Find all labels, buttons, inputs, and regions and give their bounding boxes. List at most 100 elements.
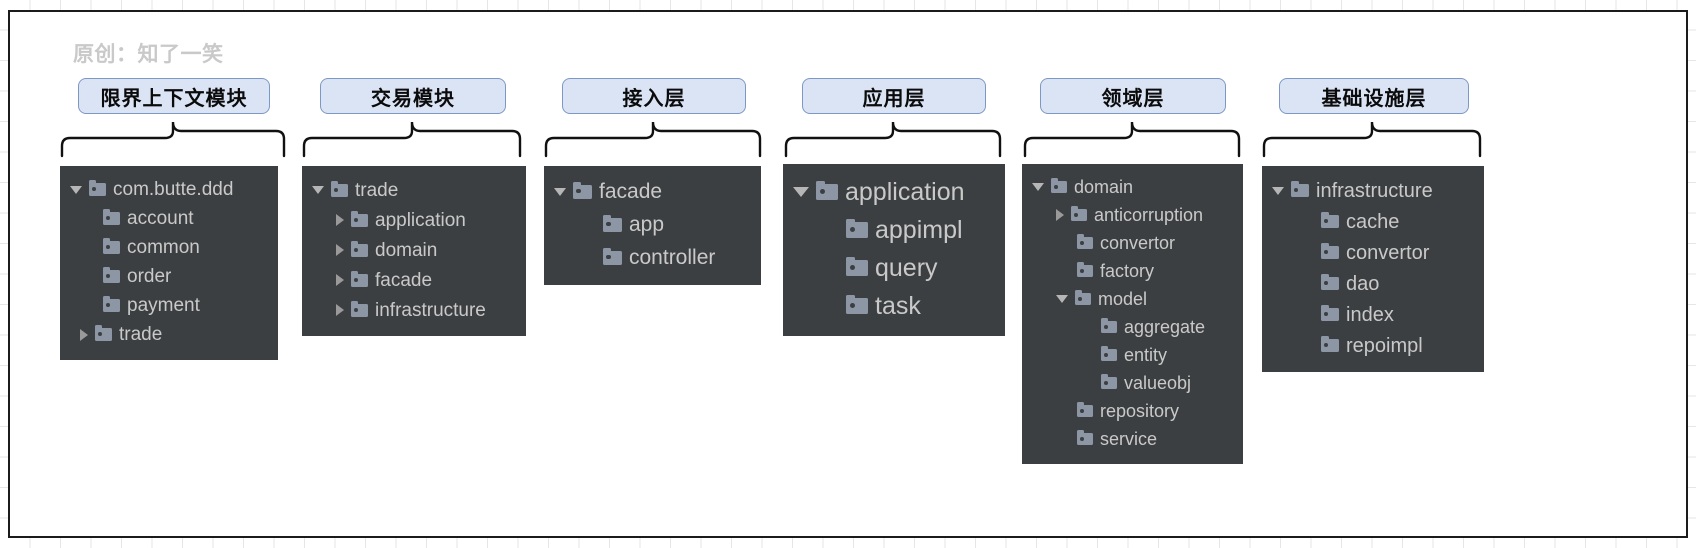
brace-infrastructure-layer [1262,121,1482,158]
tree-row[interactable]: cache [1272,206,1472,237]
tree-item-label: payment [127,295,200,316]
brace-domain-layer [1023,121,1241,158]
tree-item-label: repository [1100,401,1180,421]
group-label-trade-module[interactable]: 交易模块 [320,78,506,114]
tree-item-label: valueobj [1124,373,1192,393]
tree-item-label: aggregate [1124,317,1206,337]
tree-row[interactable]: appimpl [793,211,993,249]
folder-icon [846,257,868,276]
tree-row[interactable]: repository [1032,397,1231,425]
tree-row[interactable]: trade [312,175,514,205]
tree-row[interactable]: convertor [1032,229,1231,257]
tree-item-label: model [1098,289,1148,309]
tree-row[interactable]: application [793,173,993,211]
folder-icon [1101,346,1117,361]
tree-item-label: com.butte.ddd [113,179,234,200]
tree-item-label: facade [599,180,663,203]
tree-row[interactable]: payment [70,291,266,320]
tree-row[interactable]: infrastructure [312,295,514,325]
chevron-down-icon[interactable] [1272,186,1284,195]
tree-row[interactable]: controller [554,241,749,274]
chevron-right-icon[interactable] [336,244,344,256]
folder-icon [1077,430,1093,445]
tree-item-label: entity [1124,345,1168,365]
tree-panel-trade-module[interactable]: trade application domain facade infrastr… [302,166,526,336]
tree-item-label: appimpl [875,215,963,244]
tree-row[interactable]: dao [1272,268,1472,299]
tree-row[interactable]: com.butte.ddd [70,175,266,204]
folder-icon [603,214,622,232]
tree-row[interactable]: aggregate [1032,313,1231,341]
tree-row[interactable]: anticorruption [1032,201,1231,229]
tree-panel-bounded-context-module[interactable]: com.butte.ddd account common order payme… [60,166,278,360]
folder-icon [1321,305,1339,321]
tree-row[interactable]: convertor [1272,237,1472,268]
tree-row[interactable]: domain [312,235,514,265]
tree-row[interactable]: order [70,262,266,291]
chevron-right-icon[interactable] [336,304,344,316]
folder-icon [1321,336,1339,352]
chevron-right-icon[interactable] [80,328,88,341]
tree-row[interactable]: entity [1032,341,1231,369]
tree-item-label: order [127,266,172,287]
folder-icon [846,219,868,238]
tree-row[interactable]: domain [1032,173,1231,201]
group-label-bounded-context-module[interactable]: 限界上下文模块 [78,78,270,114]
folder-icon [351,240,368,257]
tree-item-label: anticorruption [1094,205,1204,225]
group-label-domain-layer[interactable]: 领域层 [1040,78,1226,114]
tree-row[interactable]: query [793,249,993,287]
tree-row[interactable]: facade [554,175,749,208]
diagram-root: 原创：知了一笑 限界上下文模块 com.butte.ddd account co… [0,0,1696,548]
group-label-access-layer[interactable]: 接入层 [562,78,746,114]
tree-row[interactable]: account [70,204,266,233]
chevron-down-icon[interactable] [1056,295,1068,303]
folder-icon [1321,212,1339,228]
folder-icon [1051,178,1067,193]
chevron-down-icon[interactable] [554,187,566,196]
tree-panel-infrastructure-layer[interactable]: infrastructure cache convertor dao index… [1262,166,1484,372]
folder-icon [1101,374,1117,389]
chevron-right-icon[interactable] [1056,209,1064,221]
brace-bounded-context-module [60,121,286,158]
tree-panel-domain-layer[interactable]: domain anticorruption convertor factory … [1022,164,1243,464]
tree-item-label: app [629,213,665,236]
tree-row[interactable]: trade [70,320,266,349]
tree-row[interactable]: task [793,287,993,325]
tree-row[interactable]: index [1272,299,1472,330]
brace-application-layer [784,121,1002,158]
tree-row[interactable]: factory [1032,257,1231,285]
tree-row[interactable]: application [312,205,514,235]
folder-icon [103,296,120,312]
tree-item-label: controller [629,246,716,269]
tree-row[interactable]: service [1032,425,1231,453]
tree-item-label: application [845,177,965,206]
tree-item-label: infrastructure [375,299,486,321]
tree-row[interactable]: model [1032,285,1231,313]
tree-row[interactable]: common [70,233,266,262]
tree-row[interactable]: facade [312,265,514,295]
chevron-right-icon[interactable] [336,214,344,226]
tree-item-label: infrastructure [1316,179,1433,202]
tree-row[interactable]: repoimpl [1272,330,1472,361]
group-label-infrastructure-layer[interactable]: 基础设施层 [1279,78,1469,114]
tree-item-label: task [875,291,921,320]
folder-icon [1071,206,1087,221]
tree-item-label: trade [119,324,163,345]
tree-panel-application-layer[interactable]: application appimpl query task [783,164,1005,336]
tree-item-label: factory [1100,261,1155,281]
tree-row[interactable]: app [554,208,749,241]
chevron-down-icon[interactable] [793,187,809,197]
tree-item-label: domain [375,239,438,261]
brace-trade-module [302,121,522,158]
tree-panel-access-layer[interactable]: facade app controller [544,166,761,285]
chevron-down-icon[interactable] [70,185,82,194]
tree-row[interactable]: valueobj [1032,369,1231,397]
group-label-application-layer[interactable]: 应用层 [802,78,986,114]
tree-item-label: trade [355,179,399,201]
chevron-right-icon[interactable] [336,274,344,286]
tree-row[interactable]: infrastructure [1272,175,1472,206]
brace-access-layer [544,121,762,158]
chevron-down-icon[interactable] [1032,183,1044,191]
chevron-down-icon[interactable] [312,186,324,194]
